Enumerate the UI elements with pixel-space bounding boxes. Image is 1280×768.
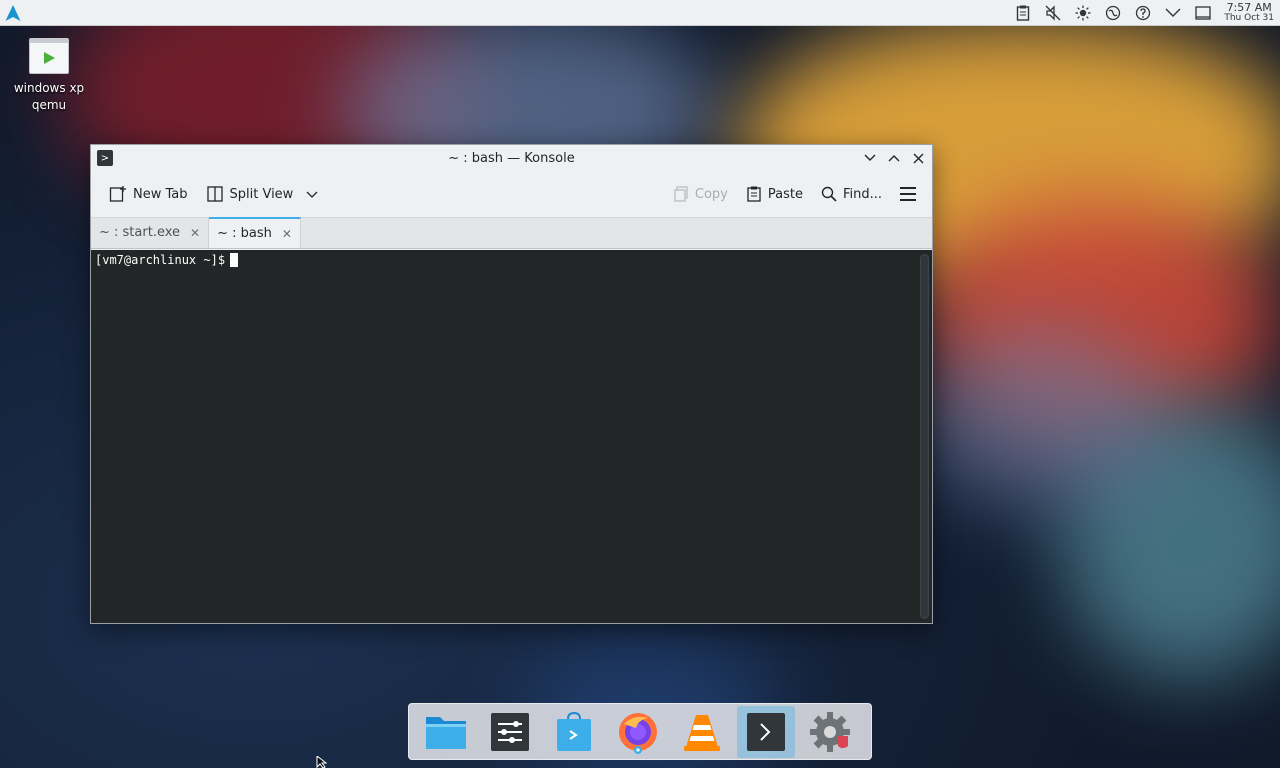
tab-bash[interactable]: ~ : bash ✕ bbox=[209, 217, 301, 248]
network-icon[interactable] bbox=[1100, 2, 1126, 24]
split-view-icon bbox=[206, 186, 223, 202]
konsole-toolbar: New Tab Split View Copy Paste Find... bbox=[91, 171, 932, 217]
tab-label: ~ : bash bbox=[217, 226, 272, 241]
close-tab-icon[interactable]: ✕ bbox=[282, 227, 292, 241]
clock[interactable]: 7:57 AM Thu Oct 31 bbox=[1220, 2, 1274, 24]
prompt-line: [vm7@archlinux ~]$ bbox=[95, 253, 928, 267]
terminal-scrollbar[interactable] bbox=[920, 254, 929, 619]
tab-bar: ~ : start.exe ✕ ~ : bash ✕ bbox=[91, 217, 932, 249]
show-desktop-icon[interactable] bbox=[1190, 2, 1216, 24]
desktop-shortcut-windows-xp-qemu[interactable]: windows xp qemu bbox=[6, 38, 92, 114]
chevron-down-icon[interactable] bbox=[1160, 2, 1186, 24]
dock bbox=[408, 703, 872, 760]
file-manager-icon[interactable] bbox=[417, 706, 475, 758]
brightness-icon[interactable] bbox=[1070, 2, 1096, 24]
paste-label: Paste bbox=[767, 186, 803, 202]
shell-prompt: [vm7@archlinux ~]$ bbox=[95, 253, 226, 267]
konsole-app-icon[interactable]: > bbox=[97, 150, 113, 166]
window-title: ~ : bash — Konsole bbox=[448, 150, 575, 166]
copy-button[interactable]: Copy bbox=[669, 179, 732, 209]
system-settings-sliders-icon[interactable] bbox=[481, 706, 539, 758]
top-panel: 7:57 AM Thu Oct 31 bbox=[0, 0, 1280, 26]
arch-logo-icon[interactable] bbox=[0, 0, 26, 26]
copy-icon bbox=[674, 186, 688, 202]
volume-muted-icon[interactable] bbox=[1040, 2, 1066, 24]
new-tab-icon bbox=[109, 186, 126, 202]
firefox-icon[interactable] bbox=[609, 706, 667, 758]
minimize-button[interactable] bbox=[860, 148, 880, 168]
new-tab-label: New Tab bbox=[133, 186, 188, 202]
close-button[interactable] bbox=[908, 148, 928, 168]
close-tab-icon[interactable]: ✕ bbox=[190, 226, 200, 240]
system-tray: 7:57 AM Thu Oct 31 bbox=[1010, 0, 1280, 26]
clock-date: Thu Oct 31 bbox=[1224, 12, 1274, 23]
new-tab-button[interactable]: New Tab bbox=[105, 179, 192, 209]
maximize-button[interactable] bbox=[884, 148, 904, 168]
clock-time: 7:57 AM bbox=[1226, 0, 1272, 14]
mouse-pointer-icon bbox=[316, 756, 328, 768]
text-cursor bbox=[230, 253, 239, 267]
search-icon bbox=[821, 186, 837, 202]
find-label: Find... bbox=[842, 186, 882, 202]
vlc-icon[interactable] bbox=[673, 706, 731, 758]
split-view-label: Split View bbox=[229, 186, 294, 202]
find-button[interactable]: Find... bbox=[817, 179, 886, 209]
settings-gear-icon[interactable] bbox=[801, 706, 859, 758]
terminal-area[interactable]: [vm7@archlinux ~]$ bbox=[91, 250, 932, 623]
help-icon[interactable] bbox=[1130, 2, 1156, 24]
desktop-shortcut-label: windows xp qemu bbox=[13, 81, 85, 112]
paste-icon bbox=[747, 186, 761, 202]
tab-start-exe[interactable]: ~ : start.exe ✕ bbox=[91, 217, 210, 248]
play-icon bbox=[29, 38, 69, 74]
discover-store-icon[interactable] bbox=[545, 706, 603, 758]
hamburger-menu-icon[interactable] bbox=[896, 182, 920, 206]
paste-button[interactable]: Paste bbox=[742, 179, 807, 209]
konsole-icon[interactable] bbox=[737, 705, 795, 758]
split-view-button[interactable]: Split View bbox=[202, 179, 324, 209]
tab-label: ~ : start.exe bbox=[99, 225, 181, 240]
chevron-down-icon[interactable] bbox=[305, 187, 319, 201]
window-titlebar[interactable]: > ~ : bash — Konsole bbox=[91, 145, 932, 171]
clipboard-icon[interactable] bbox=[1010, 2, 1036, 24]
copy-label: Copy bbox=[694, 186, 728, 202]
konsole-window: > ~ : bash — Konsole New Tab Split View bbox=[90, 144, 933, 624]
